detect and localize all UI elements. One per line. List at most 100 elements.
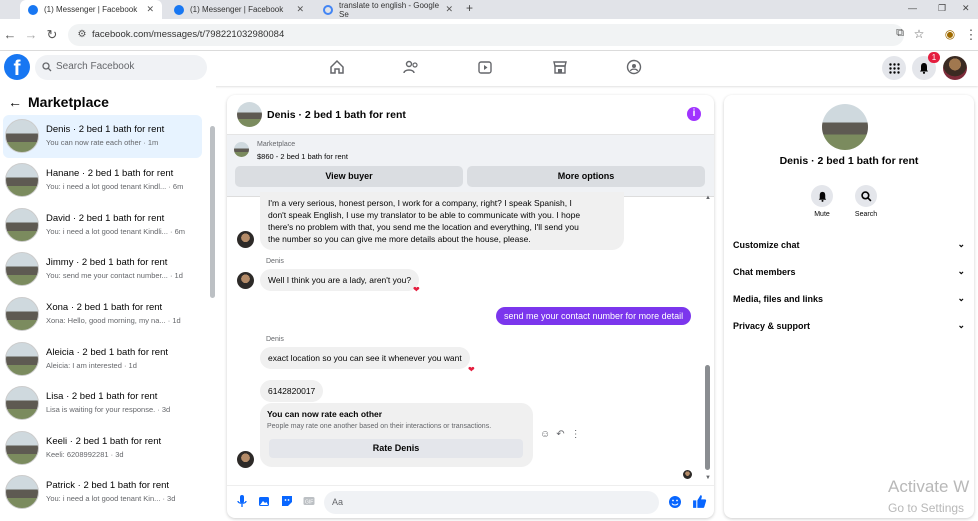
- chevron-down-icon: ⌄: [957, 293, 965, 303]
- gif-icon[interactable]: GIF: [302, 494, 316, 508]
- sidebar-header: ← Marketplace: [8, 94, 109, 110]
- heart-reaction-icon[interactable]: ❤: [413, 285, 420, 294]
- chat-header: Denis · 2 bed 1 bath for rent i: [227, 95, 714, 135]
- chat-members-row[interactable]: Chat members ⌄: [733, 266, 965, 277]
- groups-nav-icon[interactable]: [624, 57, 644, 77]
- rate-denis-button[interactable]: Rate Denis: [269, 439, 523, 458]
- outgoing-message-bubble: send me your contact number for more det…: [496, 307, 692, 325]
- friends-nav-icon[interactable]: [401, 57, 421, 77]
- marketplace-sidebar: ← Marketplace Denis · 2 bed 1 bath for re…: [0, 86, 216, 521]
- browser-tab-1[interactable]: (1) Messenger | Facebook ✕: [20, 0, 162, 19]
- message-bubble: 6142820017: [260, 380, 324, 402]
- chat-title[interactable]: Denis · 2 bed 1 bath for rent: [267, 109, 406, 121]
- search-facebook-input[interactable]: Search Facebook: [35, 55, 207, 80]
- facebook-logo-icon[interactable]: f: [4, 54, 30, 80]
- sender-avatar[interactable]: [237, 231, 254, 248]
- chat-avatar[interactable]: [237, 102, 262, 127]
- house-avatar: [5, 163, 39, 197]
- sender-avatar[interactable]: [237, 272, 254, 289]
- house-avatar: [5, 386, 39, 420]
- conversation-item[interactable]: Lisa · 2 bed 1 bath for rent Lisa is wai…: [3, 382, 202, 425]
- browser-tab-2[interactable]: (1) Messenger | Facebook ✕: [166, 0, 312, 19]
- close-tab-icon[interactable]: ✕: [296, 4, 304, 15]
- house-avatar: [5, 475, 39, 509]
- minimize-icon[interactable]: —: [908, 3, 917, 13]
- chat-scrollbar[interactable]: ▲ ▼: [705, 195, 711, 481]
- message-bubble: I'm a very serious, honest person, I wor…: [260, 192, 624, 250]
- close-tab-icon[interactable]: ✕: [445, 4, 453, 15]
- new-tab-icon[interactable]: +: [466, 1, 473, 15]
- close-tab-icon[interactable]: ✕: [146, 4, 154, 15]
- profile-icon[interactable]: ◉: [943, 27, 957, 41]
- menu-grid-icon[interactable]: [882, 56, 906, 80]
- sender-avatar[interactable]: [237, 451, 254, 468]
- info-icon[interactable]: i: [687, 107, 701, 121]
- listing-thumbnail[interactable]: [234, 142, 249, 157]
- message-input[interactable]: Aa: [324, 491, 659, 514]
- house-avatar: [5, 119, 39, 153]
- activate-windows-subtext: Go to Settings: [888, 501, 965, 515]
- thumbs-up-icon[interactable]: [692, 494, 707, 508]
- sidebar-scrollbar[interactable]: [210, 126, 215, 298]
- react-emoji-icon[interactable]: ☺: [540, 429, 556, 440]
- reload-icon[interactable]: ↻: [45, 27, 59, 43]
- url-field[interactable]: facebook.com/messages/t/798221032980084: [68, 24, 904, 46]
- conversation-item[interactable]: Denis · 2 bed 1 bath for rent You can no…: [3, 115, 202, 158]
- menu-kebab-icon[interactable]: ⋮: [964, 27, 978, 43]
- marketplace-listing-bar: Marketplace $860 - 2 bed 1 bath for rent…: [227, 135, 714, 197]
- house-avatar: [5, 208, 39, 242]
- back-icon[interactable]: ←: [3, 27, 17, 42]
- bookmark-star-icon[interactable]: ☆: [912, 27, 926, 41]
- account-avatar[interactable]: [943, 56, 967, 80]
- browser-tab-3[interactable]: translate to english - Google Se ✕: [315, 0, 461, 19]
- photo-icon[interactable]: [257, 494, 271, 508]
- conversation-item[interactable]: Xona · 2 bed 1 bath for rent Xona: Hello…: [3, 293, 202, 336]
- privacy-support-row[interactable]: Privacy & support ⌄: [733, 320, 965, 331]
- info-title: Denis · 2 bed 1 bath for rent: [779, 155, 919, 167]
- view-buyer-button[interactable]: View buyer: [235, 166, 463, 187]
- mute-button[interactable]: [811, 185, 833, 207]
- conversation-item[interactable]: Jimmy · 2 bed 1 bath for rent You: send …: [3, 248, 202, 291]
- facebook-favicon-icon: [174, 4, 184, 15]
- install-app-icon[interactable]: ⧉: [893, 27, 907, 40]
- more-icon[interactable]: ⋮: [571, 429, 587, 440]
- emoji-icon[interactable]: [668, 495, 682, 509]
- house-avatar: [5, 297, 39, 331]
- conversation-info-panel: Denis · 2 bed 1 bath for rent Mute Searc…: [724, 95, 974, 518]
- chat-panel: Denis · 2 bed 1 bath for rent i Marketpl…: [227, 95, 714, 518]
- microphone-icon[interactable]: [235, 494, 249, 508]
- bell-icon: [818, 191, 826, 202]
- conversation-item[interactable]: Aleicia · 2 bed 1 bath for rent Aleicia:…: [3, 338, 202, 381]
- video-nav-icon[interactable]: [475, 57, 495, 77]
- conversation-item[interactable]: Hanane · 2 bed 1 bath for rent You: i ne…: [3, 159, 202, 202]
- customize-chat-row[interactable]: Customize chat ⌄: [733, 239, 965, 250]
- reply-icon[interactable]: ↶: [556, 429, 570, 440]
- conversation-item[interactable]: Patrick · 2 bed 1 bath for rent You: i n…: [3, 471, 202, 514]
- site-info-icon[interactable]: ⚙: [75, 29, 89, 40]
- more-options-button[interactable]: More options: [467, 166, 705, 187]
- house-avatar: [5, 342, 39, 376]
- conversation-item[interactable]: David · 2 bed 1 bath for rent You: i nee…: [3, 204, 202, 247]
- browser-tab-bar: (1) Messenger | Facebook ✕ (1) Messenger…: [0, 0, 978, 19]
- search-icon: [860, 190, 871, 201]
- marketplace-nav-icon[interactable]: [550, 57, 570, 77]
- forward-icon[interactable]: →: [24, 27, 38, 42]
- chevron-down-icon: ⌄: [957, 266, 965, 276]
- profile-house-avatar[interactable]: [822, 104, 868, 150]
- house-avatar: [5, 431, 39, 465]
- search-in-conversation-button[interactable]: [855, 185, 877, 207]
- house-avatar: [5, 252, 39, 286]
- back-arrow-icon[interactable]: ←: [8, 94, 22, 110]
- sticker-icon[interactable]: [280, 494, 294, 508]
- media-files-links-row[interactable]: Media, files and links ⌄: [733, 293, 965, 304]
- heart-reaction-icon[interactable]: ❤: [468, 365, 475, 374]
- activate-windows-watermark: Activate W: [888, 477, 970, 496]
- composer: GIF Aa: [227, 485, 714, 518]
- google-favicon-icon: [323, 4, 333, 15]
- restore-icon[interactable]: ❐: [938, 3, 946, 14]
- conversation-item[interactable]: Keeli · 2 bed 1 bath for rent Keeli: 620…: [3, 427, 202, 470]
- close-window-icon[interactable]: ✕: [962, 3, 970, 14]
- rate-each-other-card: You can now rate each other People may r…: [260, 403, 533, 467]
- home-nav-icon[interactable]: [327, 57, 347, 77]
- listing-price[interactable]: $860 - 2 bed 1 bath for rent: [257, 152, 348, 161]
